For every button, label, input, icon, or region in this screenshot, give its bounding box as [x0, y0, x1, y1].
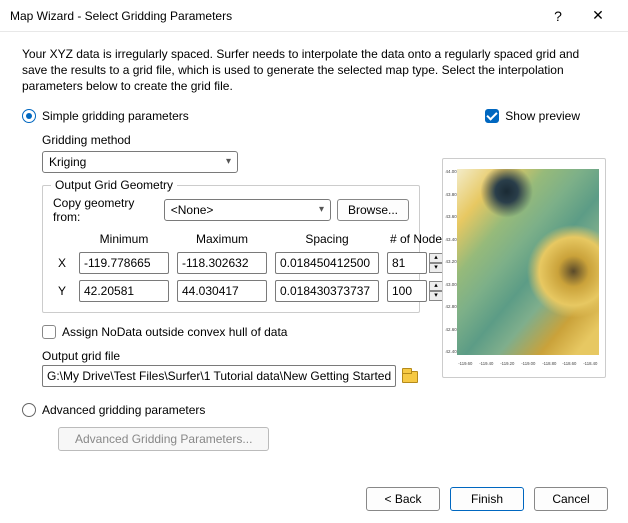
row-y-label: Y [53, 284, 71, 298]
help-button[interactable]: ? [538, 8, 578, 24]
chevron-down-icon: ▾ [319, 204, 324, 215]
geometry-table: Minimum Maximum Spacing # of Nodes X -11… [53, 232, 409, 302]
cancel-button[interactable]: Cancel [534, 487, 608, 511]
y-spacing-input[interactable]: 0.018430373737 [275, 280, 379, 302]
y-nodes-spin-down[interactable]: ▾ [429, 291, 443, 301]
folder-open-icon[interactable] [400, 367, 420, 385]
preview-panel: 44.0043.8043.6043.4043.2043.0042.8042.60… [442, 158, 606, 378]
intro-text: Your XYZ data is irregularly spaced. Sur… [22, 46, 606, 95]
preview-image [457, 169, 599, 355]
gridding-method-label: Gridding method [42, 133, 420, 147]
y-min-input[interactable]: 42.20581 [79, 280, 169, 302]
col-spacing: Spacing [275, 232, 379, 246]
y-nodes-spin-up[interactable]: ▴ [429, 281, 443, 291]
x-nodes-spin-up[interactable]: ▴ [429, 253, 443, 263]
output-grid-file-label: Output grid file [42, 349, 420, 363]
assign-nodata-label: Assign NoData outside convex hull of dat… [62, 325, 287, 339]
back-button[interactable]: < Back [366, 487, 440, 511]
y-nodes-input[interactable]: 100 [387, 280, 427, 302]
preview-x-axis: -119.60-119.40-119.20-119.00-118.80-118.… [457, 361, 599, 371]
col-minimum: Minimum [79, 232, 169, 246]
show-preview-label: Show preview [505, 109, 580, 123]
dialog-footer: < Back Finish Cancel [0, 475, 628, 523]
browse-button[interactable]: Browse... [337, 199, 409, 221]
chevron-down-icon: ▾ [226, 156, 231, 167]
copy-geometry-value: <None> [171, 203, 214, 217]
geometry-legend: Output Grid Geometry [51, 178, 177, 192]
gridding-method-select[interactable]: Kriging ▾ [42, 151, 238, 173]
gridding-method-value: Kriging [49, 155, 86, 169]
x-max-input[interactable]: -118.302632 [177, 252, 267, 274]
row-x-label: X [53, 256, 71, 270]
title-bar: Map Wizard - Select Gridding Parameters … [0, 0, 628, 32]
advanced-gridding-radio[interactable] [22, 403, 36, 417]
advanced-gridding-label: Advanced gridding parameters [42, 403, 205, 417]
x-min-input[interactable]: -119.778665 [79, 252, 169, 274]
assign-nodata-checkbox[interactable] [42, 325, 56, 339]
col-maximum: Maximum [177, 232, 267, 246]
finish-button[interactable]: Finish [450, 487, 524, 511]
y-max-input[interactable]: 44.030417 [177, 280, 267, 302]
x-nodes-input[interactable]: 81 [387, 252, 427, 274]
copy-geometry-select[interactable]: <None> ▾ [164, 199, 331, 221]
simple-gridding-label: Simple gridding parameters [42, 109, 189, 123]
advanced-gridding-button[interactable]: Advanced Gridding Parameters... [58, 427, 269, 451]
x-spacing-input[interactable]: 0.018450412500 [275, 252, 379, 274]
preview-y-axis: 44.0043.8043.6043.4043.2043.0042.8042.60… [445, 169, 455, 355]
x-nodes-spin-down[interactable]: ▾ [429, 263, 443, 273]
window-title: Map Wizard - Select Gridding Parameters [10, 9, 538, 23]
output-grid-file-input[interactable]: G:\My Drive\Test Files\Surfer\1 Tutorial… [42, 365, 396, 387]
close-button[interactable]: ✕ [578, 7, 618, 24]
simple-gridding-radio[interactable] [22, 109, 36, 123]
copy-geometry-label: Copy geometry from: [53, 196, 158, 224]
show-preview-checkbox[interactable] [485, 109, 499, 123]
output-grid-geometry-group: Output Grid Geometry Copy geometry from:… [42, 185, 420, 313]
